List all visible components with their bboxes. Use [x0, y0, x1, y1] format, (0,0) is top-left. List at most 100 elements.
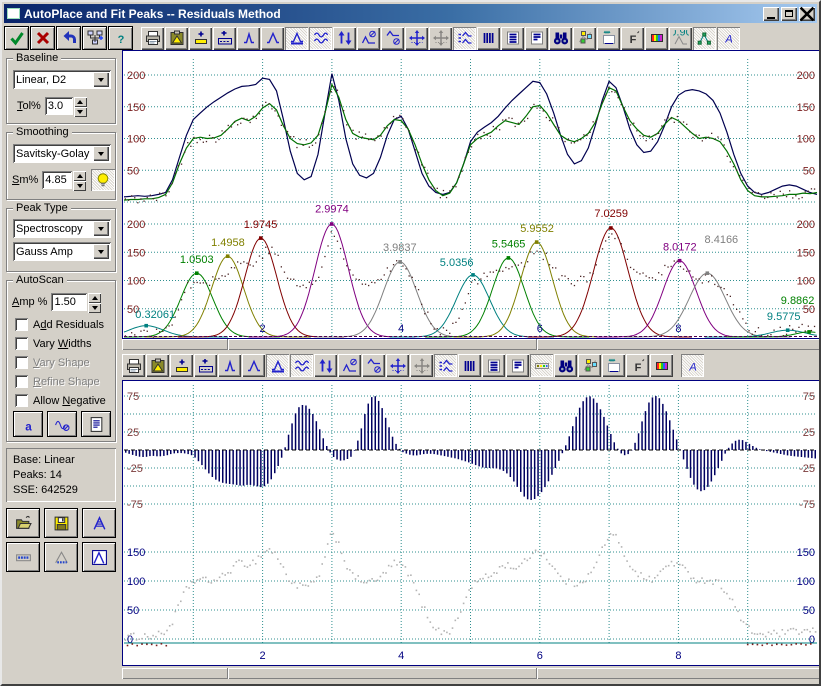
overlay-sections-button[interactable]: [309, 27, 332, 50]
narrow-peaks-button[interactable]: [237, 27, 260, 50]
zoom-band-button[interactable]: [170, 354, 193, 377]
scroll-segment-0[interactable]: [122, 339, 228, 350]
title-bar[interactable]: AutoPlace and Fit Peaks -- Residuals Met…: [4, 4, 817, 23]
colors-button[interactable]: [650, 354, 673, 377]
scroll-segment-0[interactable]: [122, 668, 228, 679]
pan-zoom-button[interactable]: [386, 354, 409, 377]
tolerance-input[interactable]: 3.0: [45, 97, 73, 115]
amplitude-threshold-input[interactable]: 1.50: [51, 293, 87, 311]
amplitude-spin-down-button[interactable]: [88, 303, 101, 313]
checkbox-box-allow-negative[interactable]: [15, 394, 28, 407]
peak-labels-button[interactable]: A: [717, 27, 740, 50]
help-button[interactable]: ?: [108, 26, 133, 50]
smoothing-dropdown-button[interactable]: [93, 146, 109, 161]
autoscale-sections-button[interactable]: [453, 27, 476, 50]
peak-baseline-button[interactable]: [285, 27, 308, 50]
baseline-dropdown-button[interactable]: [93, 72, 109, 87]
peak-family-select[interactable]: Spectroscopy: [13, 219, 111, 238]
point-colors-button[interactable]: [578, 354, 601, 377]
open-button[interactable]: [6, 508, 40, 538]
point-colors-button[interactable]: [573, 27, 596, 50]
save-button[interactable]: [44, 508, 78, 538]
checkbox-add-residuals[interactable]: Add Residuals: [15, 317, 104, 332]
data-points-button[interactable]: [530, 354, 553, 377]
smoothing-preview-toggle[interactable]: [91, 169, 115, 191]
peak-family-dropdown-button[interactable]: [93, 221, 109, 236]
copy-to-clipboard-button[interactable]: [165, 27, 188, 50]
peak-fit-button[interactable]: [82, 508, 116, 538]
peak-shape-select[interactable]: Gauss Amp: [13, 242, 111, 261]
checkbox-box-add-residuals[interactable]: [15, 318, 28, 331]
confidence-peak-button[interactable]: 0.90: [669, 27, 692, 50]
data-markers-button[interactable]: [6, 542, 40, 572]
zoom-band-button[interactable]: [189, 27, 212, 50]
checkbox-allow-negative[interactable]: Allow Negative: [15, 393, 106, 408]
smoothing-amount-input[interactable]: 4.85: [42, 171, 72, 189]
pan-zoom-alt-button[interactable]: [410, 354, 433, 377]
partial-report-button[interactable]: [506, 354, 529, 377]
restore-zero-line-button[interactable]: [381, 27, 404, 50]
svg-text:2: 2: [260, 323, 266, 335]
partial-report-button[interactable]: [525, 27, 548, 50]
copy-to-clipboard-button[interactable]: [146, 354, 169, 377]
numeric-report-button[interactable]: [81, 411, 111, 437]
smoothing-type-select[interactable]: Savitsky-Golay: [13, 144, 111, 163]
overlay-sections-button[interactable]: [290, 354, 313, 377]
checkbox-vary-widths[interactable]: Vary Widths: [15, 336, 92, 351]
smoothing-spin-down-button[interactable]: [73, 181, 86, 191]
full-report-button[interactable]: [501, 27, 524, 50]
baseline-type-select[interactable]: Linear, D2: [13, 70, 111, 89]
peak-labels-button[interactable]: A: [681, 354, 704, 377]
checkbox-box-vary-widths[interactable]: [15, 337, 28, 350]
autoscale-sections-button[interactable]: [434, 354, 457, 377]
hide-function-button[interactable]: [47, 411, 77, 437]
tolerance-spin-up-button[interactable]: [74, 97, 87, 107]
confirm-button[interactable]: [4, 26, 29, 50]
scroll-segment-1[interactable]: [228, 339, 537, 350]
full-report-button[interactable]: [482, 354, 505, 377]
colors-button[interactable]: [645, 27, 668, 50]
find-peaks-button[interactable]: [549, 27, 572, 50]
review-peaks-button[interactable]: [82, 26, 107, 50]
x-gridlines-button[interactable]: [458, 354, 481, 377]
remove-zero-line-button[interactable]: [357, 27, 380, 50]
pan-zoom-alt-button[interactable]: [429, 27, 452, 50]
find-peaks-button[interactable]: [554, 354, 577, 377]
amplitude-labels-button[interactable]: a: [13, 411, 43, 437]
cancel-button[interactable]: [30, 26, 55, 50]
scroll-segment-2[interactable]: [537, 339, 820, 350]
scale-y-button[interactable]: [314, 354, 337, 377]
undo-button[interactable]: [56, 26, 81, 50]
peak-baseline-button[interactable]: [266, 354, 289, 377]
x-gridlines-button[interactable]: [477, 27, 500, 50]
maximize-button[interactable]: [781, 7, 797, 21]
close-button[interactable]: [799, 7, 815, 21]
residuals-pan-scrollbar[interactable]: [122, 668, 820, 679]
peak-graph-button[interactable]: [693, 27, 716, 50]
print-button[interactable]: [122, 354, 145, 377]
fonts-button[interactable]: F: [626, 354, 649, 377]
minimize-button[interactable]: [763, 7, 779, 21]
smoothing-spin-up-button[interactable]: [73, 171, 86, 181]
fit-chart-pan-scrollbar[interactable]: [122, 339, 820, 350]
scroll-segment-1[interactable]: [228, 668, 537, 679]
zoom-window-button[interactable]: [213, 27, 236, 50]
zoom-window-button[interactable]: [194, 354, 217, 377]
remove-zero-line-button[interactable]: [338, 354, 361, 377]
select-region-button[interactable]: [602, 354, 625, 377]
fonts-button[interactable]: F: [621, 27, 644, 50]
restore-zero-line-button[interactable]: [362, 354, 385, 377]
select-region-button[interactable]: [597, 27, 620, 50]
scroll-segment-2[interactable]: [537, 668, 820, 679]
peak-markers-button[interactable]: [44, 542, 78, 572]
scale-y-button[interactable]: [333, 27, 356, 50]
print-button[interactable]: [141, 27, 164, 50]
wide-peaks-button[interactable]: [242, 354, 265, 377]
peak-window-button[interactable]: [82, 542, 116, 572]
tolerance-spin-down-button[interactable]: [74, 107, 87, 117]
peak-shape-dropdown-button[interactable]: [93, 244, 109, 259]
amplitude-spin-up-button[interactable]: [88, 293, 101, 303]
narrow-peaks-button[interactable]: [218, 354, 241, 377]
pan-zoom-button[interactable]: [405, 27, 428, 50]
wide-peaks-button[interactable]: [261, 27, 284, 50]
